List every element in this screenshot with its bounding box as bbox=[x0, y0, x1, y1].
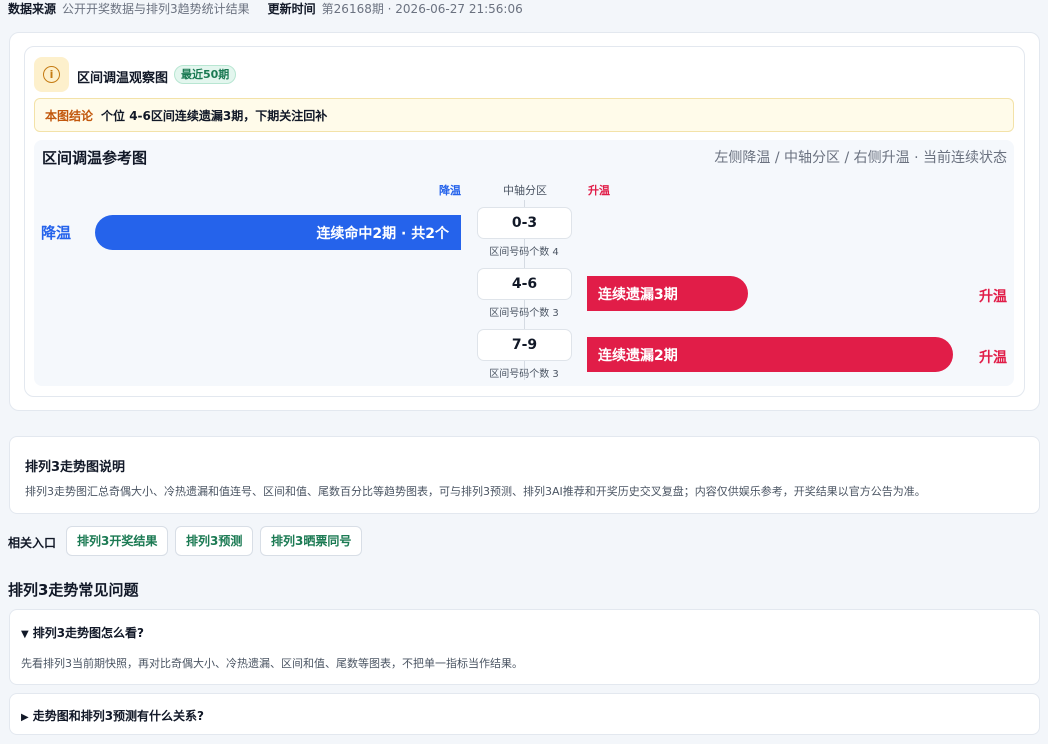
explanation-card bbox=[9, 436, 1040, 514]
conclusion-label: 本图结论 bbox=[45, 108, 94, 123]
zone-box: 7-9 bbox=[477, 329, 572, 361]
cool-side-label: 降温 bbox=[41, 224, 72, 242]
zone-count: 区间号码个数 4 bbox=[489, 247, 559, 258]
update-label: 更新时间 bbox=[267, 2, 316, 16]
link-draw-results[interactable]: 排列3开奖结果 bbox=[66, 526, 169, 556]
caret-down-icon: ▼ bbox=[21, 629, 29, 640]
explanation-title: 排列3走势图说明 bbox=[25, 460, 126, 475]
link-ticket-share[interactable]: 排列3晒票同号 bbox=[260, 526, 363, 556]
update-value: 第26168期 · 2026-06-27 21:56:06 bbox=[321, 2, 523, 16]
chart-subtitle: 左侧降温 / 中轴分区 / 右侧升温 · 当前连续状态 bbox=[714, 150, 1007, 166]
explanation-text: 排列3走势图汇总奇偶大小、冷热遗漏和值连号、区间和值、尾数百分比等趋势图表，可与… bbox=[25, 485, 926, 498]
faq-answer-1: 先看排列3当前期快照，再对比奇偶大小、冷热遗漏、区间和值、尾数等图表，不把单一指… bbox=[21, 657, 523, 670]
warm-side-label: 升温 bbox=[979, 289, 1007, 305]
header-cool: 降温 bbox=[439, 184, 461, 197]
warm-side-label: 升温 bbox=[979, 350, 1007, 366]
header-axis: 中轴分区 bbox=[503, 184, 547, 197]
conclusion-banner: 本图结论 个位 4-6区间连续遗漏3期，下期关注回补 bbox=[34, 98, 1014, 132]
warm-bar: 连续遗漏2期 bbox=[587, 337, 953, 372]
source-value: 公开开奖数据与排列3趋势统计结果 bbox=[62, 2, 250, 16]
info-icon: i bbox=[34, 57, 69, 92]
header-warm: 升温 bbox=[588, 184, 610, 197]
chart-title: 区间调温参考图 bbox=[42, 149, 148, 167]
faq-question-2[interactable]: ▶ 走势图和排列3预测有什么关系? bbox=[21, 707, 204, 724]
zone-count: 区间号码个数 3 bbox=[489, 308, 559, 319]
zone-count: 区间号码个数 3 bbox=[489, 369, 559, 380]
faq-heading: 排列3走势常见问题 bbox=[8, 581, 139, 599]
zone-box: 4-6 bbox=[477, 268, 572, 300]
period-badge: 最近50期 bbox=[174, 65, 237, 84]
cool-bar: 连续命中2期 · 共2个 bbox=[95, 215, 461, 250]
link-prediction[interactable]: 排列3预测 bbox=[175, 526, 254, 556]
zone-box: 0-3 bbox=[477, 207, 572, 239]
faq-item bbox=[9, 609, 1040, 685]
source-label: 数据来源 bbox=[8, 2, 57, 16]
conclusion-text: 个位 4-6区间连续遗漏3期，下期关注回补 bbox=[101, 108, 328, 123]
caret-right-icon: ▶ bbox=[21, 712, 29, 723]
warm-bar: 连续遗漏3期 bbox=[587, 276, 748, 311]
faq-question-1[interactable]: ▼ 排列3走势图怎么看? bbox=[21, 624, 144, 641]
related-label: 相关入口 bbox=[8, 536, 57, 550]
panel-title: 区间调温观察图 bbox=[77, 71, 169, 86]
data-source-bar: 数据来源 公开开奖数据与排列3趋势统计结果 更新时间 第26168期 · 2026-0… bbox=[8, 0, 523, 16]
